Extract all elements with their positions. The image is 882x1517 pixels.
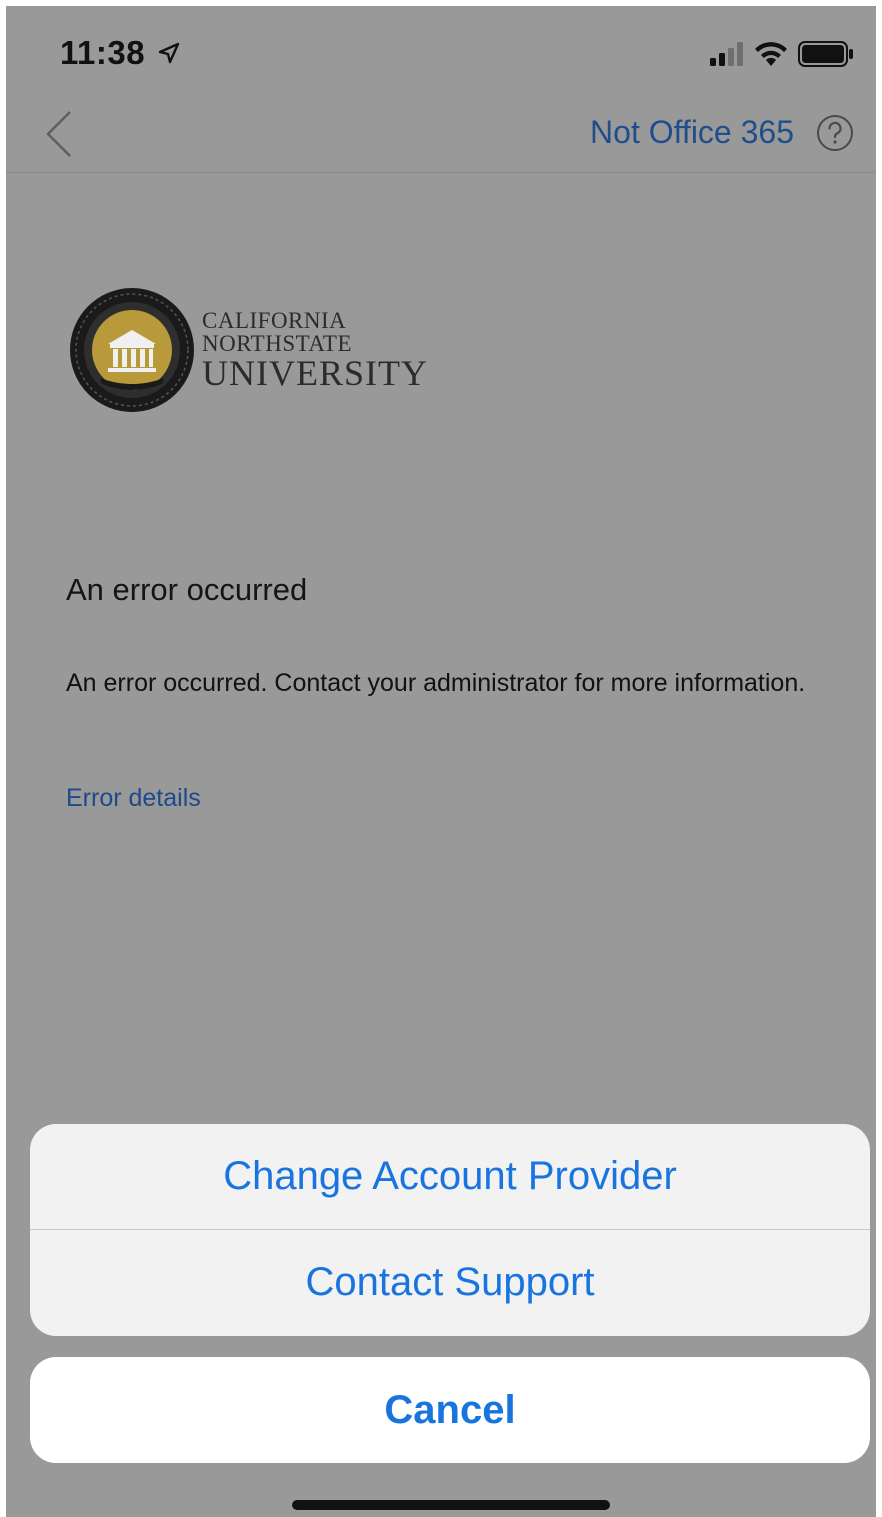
error-title: An error occurred [66, 572, 308, 607]
logo-line-california: CALIFORNIA [202, 308, 347, 333]
logo-line-university: UNIVERSITY [202, 353, 428, 393]
cancel-button[interactable]: Cancel [30, 1357, 870, 1463]
status-time-text: 11:38 [60, 34, 146, 71]
status-time: 11:38 [60, 34, 181, 72]
logo-line-northstate: NORTHSTATE [202, 331, 352, 356]
help-icon[interactable] [816, 114, 854, 152]
error-details-link[interactable]: Error details [66, 784, 201, 813]
status-icons [710, 40, 854, 68]
cellular-signal-icon [710, 42, 743, 66]
screen: 11:38 Not Office 365 CALIFORNIA NORTHSTA… [6, 6, 876, 1517]
change-account-provider-button[interactable]: Change Account Provider [30, 1124, 870, 1230]
battery-icon [798, 41, 853, 67]
home-indicator[interactable] [292, 1500, 610, 1510]
university-seal-icon [70, 288, 194, 412]
wifi-icon [755, 42, 787, 66]
action-sheet: Change Account Provider Contact Support [30, 1124, 870, 1336]
logo-wordmark: CALIFORNIA NORTHSTATE UNIVERSITY [202, 309, 428, 391]
university-logo: CALIFORNIA NORTHSTATE UNIVERSITY [68, 286, 428, 414]
location-arrow-icon [158, 42, 179, 64]
contact-support-button[interactable]: Contact Support [30, 1230, 870, 1335]
nav-title-link[interactable]: Not Office 365 [590, 114, 794, 151]
navigation-bar: Not Office 365 [6, 94, 876, 173]
back-chevron-icon[interactable] [40, 108, 80, 160]
error-message: An error occurred. Contact your administ… [66, 669, 806, 697]
